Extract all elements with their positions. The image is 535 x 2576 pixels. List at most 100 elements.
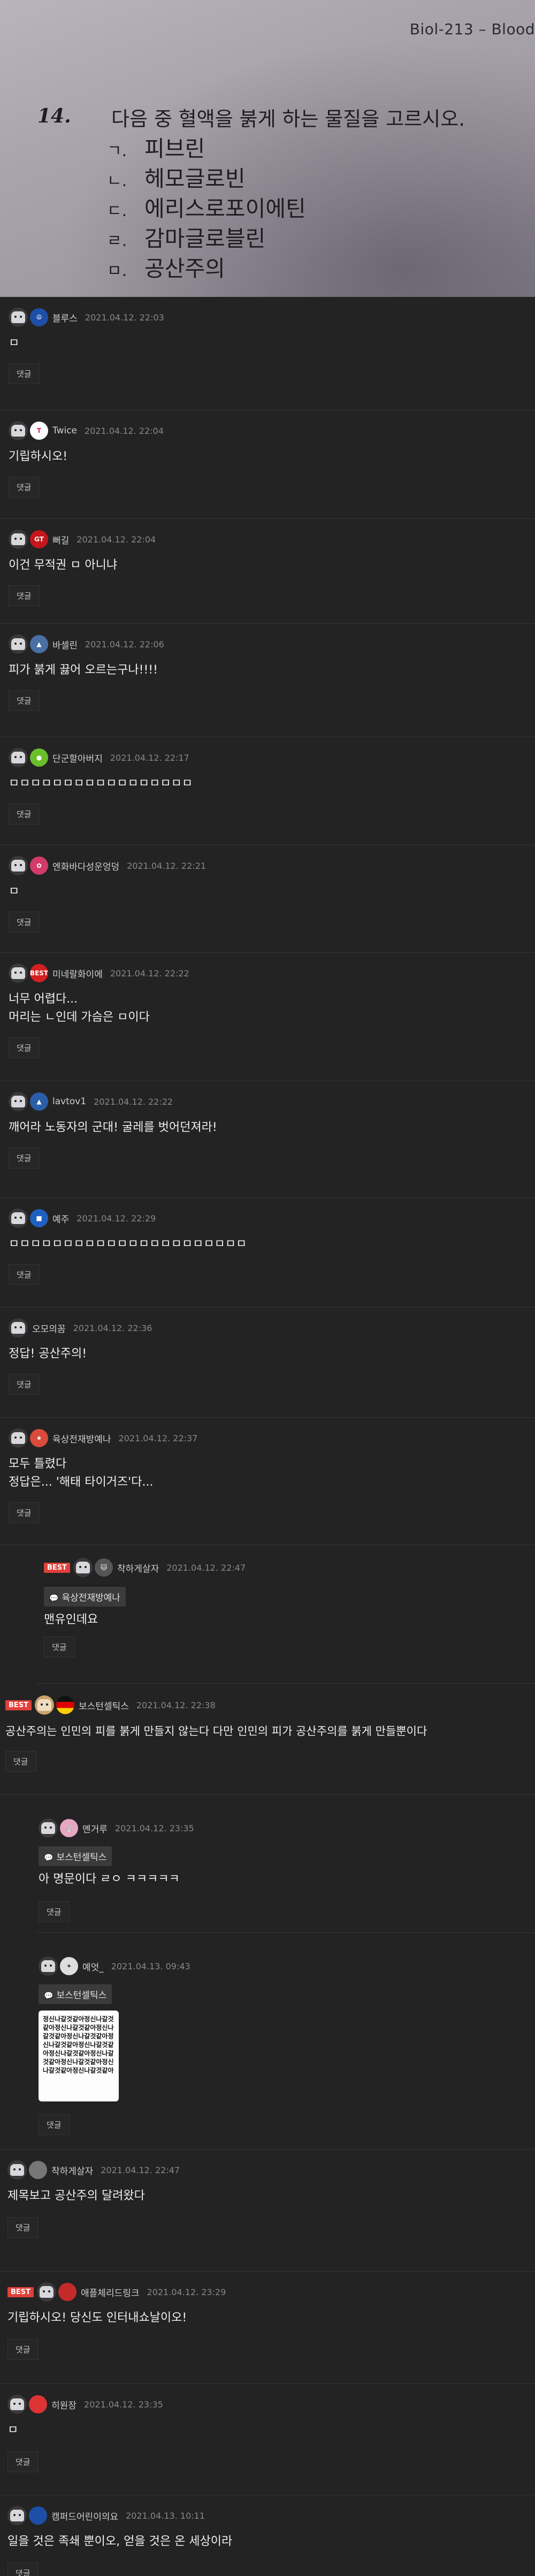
reply-button[interactable]: 댓글 <box>9 1037 40 1058</box>
comment-header: BEST 미네랄화이에 2021.04.12. 22:22 <box>9 961 535 985</box>
reply-button[interactable]: 댓글 <box>44 1637 75 1657</box>
user-icon: 🐰 <box>60 1819 78 1837</box>
option-5: ㅁ. 공산주의 <box>107 256 225 281</box>
best-badge: BEST <box>44 1562 71 1573</box>
comment-list: ☮ 블루스 2021.04.12. 22:03 ㅁ 댓글 T Twice 2021.04.12… <box>0 297 535 2576</box>
comment: 착하게살자 2021.04.12. 22:47 제목보고 공산주의 달려왔다 댓글 <box>0 2150 535 2272</box>
username[interactable]: 보스턴셀틱스 <box>79 1699 129 1712</box>
user-icon: ★ <box>30 1429 48 1447</box>
reply-button[interactable]: 댓글 <box>9 690 40 711</box>
comment-date: 2021.04.12. 23:29 <box>147 2287 226 2297</box>
comment-text: 기립하시오! 당신도 인터내쇼날이오! <box>7 2311 187 2325</box>
comment-header: ■ 예주 2021.04.12. 22:29 <box>9 1206 535 1230</box>
username[interactable]: 캠퍼드어린이의요 <box>51 2509 118 2523</box>
user-icon: ☮ <box>30 308 48 326</box>
reply-button[interactable]: 댓글 <box>9 1264 40 1285</box>
mention-tag[interactable]: 💬 보스턴셀틱스 <box>39 1846 112 1866</box>
comment-header: 착하게살자 2021.04.12. 22:47 <box>7 2158 535 2182</box>
username[interactable]: 착하게살자 <box>51 2164 93 2177</box>
comment-header: ☮ 블루스 2021.04.12. 22:03 <box>9 305 535 329</box>
avatar[interactable] <box>39 1818 58 1838</box>
avatar[interactable] <box>9 856 28 875</box>
mention-tag[interactable]: 💬 보스턴셀틱스 <box>39 1984 112 2004</box>
reply-button[interactable]: 댓글 <box>9 585 40 606</box>
comment-header: BEST 애플체리드링크 2021.04.12. 23:29 <box>7 2280 535 2304</box>
reply-button[interactable]: 댓글 <box>9 477 40 498</box>
comment: GT 뻐길 2021.04.12. 22:04 이건 무적권 ㅁ 아니냐 댓글 <box>0 519 535 624</box>
reply-button[interactable]: 댓글 <box>9 1148 40 1168</box>
user-icon <box>29 2161 47 2179</box>
reply-button[interactable]: 댓글 <box>7 2563 39 2576</box>
comment-date: 2021.04.12. 22:22 <box>110 968 189 979</box>
username[interactable]: 예주 <box>52 1212 69 1225</box>
username[interactable]: 멘거루 <box>82 1822 108 1835</box>
comment: BEST 미네랄화이에 2021.04.12. 22:22 너무 어렵다... 머리는… <box>0 953 535 1081</box>
avatar[interactable] <box>9 635 28 654</box>
reply-button[interactable]: 댓글 <box>9 912 40 932</box>
comment-date: 2021.04.12. 22:03 <box>85 312 164 323</box>
reply-button[interactable]: 댓글 <box>7 2451 39 2472</box>
comment-date: 2021.04.12. 22:47 <box>101 2165 180 2175</box>
avatar[interactable] <box>7 2395 27 2414</box>
username[interactable]: 애플체리드링크 <box>81 2285 139 2299</box>
avatar[interactable] <box>9 1318 28 1337</box>
user-icon <box>29 2395 47 2413</box>
avatar[interactable] <box>9 421 28 440</box>
avatar[interactable] <box>9 1209 28 1228</box>
reply-button[interactable]: 댓글 <box>9 363 40 384</box>
avatar[interactable] <box>7 2160 27 2180</box>
comment-text: ㅁ <box>9 885 20 898</box>
comment-text: 피가 붉게 끓어 오르는구나!!!! <box>9 663 158 677</box>
comment-text: ㅁ <box>7 2424 19 2437</box>
username[interactable]: Twice <box>52 425 77 436</box>
username[interactable]: 바셀린 <box>52 638 78 651</box>
user-icon <box>58 2283 77 2301</box>
avatar[interactable] <box>9 1428 28 1448</box>
avatar[interactable] <box>35 1695 55 1715</box>
mention-tag[interactable]: 💬 육상전재방예나 <box>44 1587 126 1607</box>
avatar[interactable] <box>9 1092 28 1111</box>
username[interactable]: 미네랄화이에 <box>52 967 103 980</box>
avatar[interactable] <box>9 964 28 983</box>
user-icon: ■ <box>30 1209 48 1227</box>
reply-button[interactable]: 댓글 <box>9 1374 40 1395</box>
reply-button[interactable]: 댓글 <box>9 804 40 824</box>
comment: ● 단군할아버지 2021.04.12. 22:17 ㅁㅁㅁㅁㅁㅁㅁㅁㅁㅁㅁㅁㅁㅁㅁㅁ… <box>0 737 535 845</box>
username[interactable]: 예엇_ <box>82 1960 104 1973</box>
username[interactable]: 착하게살자 <box>117 1561 159 1574</box>
option-3: ㄷ. 에리스로포이에틴 <box>107 196 306 221</box>
username[interactable]: 오모의꼼 <box>32 1321 66 1335</box>
comment-text: 이건 무적권 ㅁ 아니냐 <box>9 559 118 572</box>
comment: 캠퍼드어린이의요 2021.04.13. 10:11 일을 것은 족쇄 뿐이오, 얻… <box>0 2495 535 2576</box>
avatar[interactable] <box>9 530 28 549</box>
reply-button[interactable]: 댓글 <box>7 2339 39 2360</box>
reply-button[interactable]: 댓글 <box>7 2217 39 2238</box>
avatar[interactable] <box>7 2506 27 2525</box>
avatar[interactable] <box>9 308 28 327</box>
reply-button[interactable]: 댓글 <box>5 1751 36 1772</box>
avatar[interactable] <box>39 1956 58 1976</box>
meme-image[interactable]: 정신나갈것같아정신나갈것같아정신나갈것같아정신나갈것같아정신나갈것같아정신나갈것… <box>39 2011 119 2101</box>
username[interactable]: lavtov1 <box>52 1096 86 1107</box>
speech-bubble-icon: 💬 <box>44 1992 54 2000</box>
username[interactable]: 블루스 <box>52 311 78 324</box>
reply-button[interactable]: 댓글 <box>9 1502 40 1523</box>
avatar[interactable] <box>9 748 28 767</box>
username[interactable]: 엔화바다성운엉덩 <box>52 859 119 873</box>
option-4: ㄹ. 감마글로블린 <box>107 226 266 251</box>
username[interactable]: 뻐길 <box>52 533 69 546</box>
avatar[interactable] <box>37 2282 57 2302</box>
comment-date: 2021.04.12. 22:04 <box>77 534 156 545</box>
comment-date: 2021.04.13. 09:43 <box>111 1961 190 1971</box>
comment: BEST 애플체리드링크 2021.04.12. 23:29 기립하시오! 당신도 인… <box>0 2272 535 2384</box>
username[interactable]: 히원장 <box>51 2398 77 2411</box>
reply-button[interactable]: 댓글 <box>39 1901 70 1922</box>
username[interactable]: 단군할아버지 <box>52 751 103 765</box>
avatar[interactable] <box>73 1558 93 1577</box>
username[interactable]: 육상전재방예나 <box>52 1432 111 1445</box>
tail-comments: 착하게살자 2021.04.12. 22:47 제목보고 공산주의 달려왔다 댓글 BE… <box>0 2150 535 2576</box>
reply-button[interactable]: 댓글 <box>39 2114 70 2135</box>
reply-comment: 🐰 멘거루 2021.04.12. 23:35 💬 보스턴셀틱스 아 명문이다 ㄹ… <box>0 1795 535 1933</box>
comment: T Twice 2021.04.12. 22:04 기립하시오! 댓글 <box>0 410 535 519</box>
comment-date: 2021.04.12. 22:29 <box>77 1213 156 1224</box>
